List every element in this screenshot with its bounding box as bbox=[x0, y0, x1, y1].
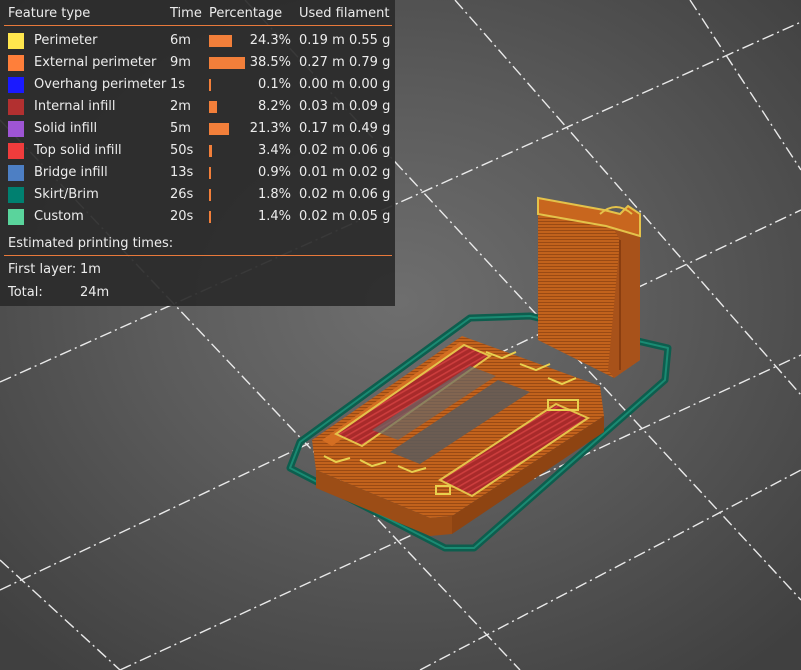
feature-filament-length: 0.03 m bbox=[299, 99, 345, 114]
first-layer-value: 1m bbox=[80, 262, 101, 277]
color-swatch bbox=[8, 33, 24, 49]
feature-filament-weight: 0.00 g bbox=[349, 77, 391, 92]
header-divider bbox=[4, 25, 392, 26]
feature-percentage: 24.3% bbox=[249, 33, 291, 48]
feature-label: Solid infill bbox=[34, 121, 98, 136]
feature-percentage: 3.4% bbox=[257, 143, 291, 158]
feature-filament-weight: 0.02 g bbox=[349, 165, 391, 180]
feature-percentage: 1.4% bbox=[257, 209, 291, 224]
feature-time: 20s bbox=[170, 209, 194, 224]
color-swatch bbox=[8, 99, 24, 115]
feature-filament-weight: 0.79 g bbox=[349, 55, 391, 70]
feature-time: 2m bbox=[170, 99, 191, 114]
feature-filament-length: 0.02 m bbox=[299, 187, 345, 202]
legend-row: Bridge infill 13s 0.9% 0.01 m 0.02 g bbox=[0, 162, 395, 184]
feature-time: 6m bbox=[170, 33, 191, 48]
feature-percentage: 1.8% bbox=[257, 187, 291, 202]
color-swatch bbox=[8, 187, 24, 203]
feature-filament-length: 0.02 m bbox=[299, 209, 345, 224]
legend-row: Solid infill 5m 21.3% 0.17 m 0.49 g bbox=[0, 118, 395, 140]
feature-label: Top solid infill bbox=[34, 143, 122, 158]
header-time: Time bbox=[170, 6, 202, 21]
color-swatch bbox=[8, 121, 24, 137]
feature-percentage: 38.5% bbox=[249, 55, 291, 70]
feature-filament-length: 0.01 m bbox=[299, 165, 345, 180]
legend-row: Perimeter 6m 24.3% 0.19 m 0.55 g bbox=[0, 30, 395, 52]
feature-filament-length: 0.19 m bbox=[299, 33, 345, 48]
feature-filament-weight: 0.55 g bbox=[349, 33, 391, 48]
legend-row: Internal infill 2m 8.2% 0.03 m 0.09 g bbox=[0, 96, 395, 118]
total-label: Total: bbox=[8, 285, 43, 300]
feature-filament-weight: 0.49 g bbox=[349, 121, 391, 136]
header-percentage: Percentage bbox=[209, 6, 283, 21]
feature-time: 26s bbox=[170, 187, 194, 202]
feature-time: 9m bbox=[170, 55, 191, 70]
color-swatch bbox=[8, 165, 24, 181]
color-swatch bbox=[8, 209, 24, 225]
legend-panel: Feature type Time Percentage Used filame… bbox=[0, 0, 395, 306]
header-feature-type: Feature type bbox=[8, 6, 91, 21]
feature-filament-length: 0.02 m bbox=[299, 143, 345, 158]
feature-label: Custom bbox=[34, 209, 84, 224]
feature-time: 1s bbox=[170, 77, 186, 92]
feature-time: 5m bbox=[170, 121, 191, 136]
feature-time: 13s bbox=[170, 165, 194, 180]
feature-filament-length: 0.27 m bbox=[299, 55, 345, 70]
estimated-times-title: Estimated printing times: bbox=[8, 236, 174, 251]
feature-time: 50s bbox=[170, 143, 194, 158]
legend-row: External perimeter 9m 38.5% 0.27 m 0.79 g bbox=[0, 52, 395, 74]
color-swatch bbox=[8, 77, 24, 93]
estimated-divider bbox=[4, 255, 392, 256]
feature-filament-weight: 0.09 g bbox=[349, 99, 391, 114]
feature-label: Perimeter bbox=[34, 33, 98, 48]
feature-filament-length: 0.00 m bbox=[299, 77, 345, 92]
feature-percentage: 21.3% bbox=[249, 121, 291, 136]
total-value: 24m bbox=[80, 285, 110, 300]
legend-row: Top solid infill 50s 3.4% 0.02 m 0.06 g bbox=[0, 140, 395, 162]
feature-filament-weight: 0.05 g bbox=[349, 209, 391, 224]
color-swatch bbox=[8, 55, 24, 71]
legend-row: Custom 20s 1.4% 0.02 m 0.05 g bbox=[0, 206, 395, 228]
feature-percentage: 0.9% bbox=[257, 165, 291, 180]
legend-row: Skirt/Brim 26s 1.8% 0.02 m 0.06 g bbox=[0, 184, 395, 206]
feature-label: Overhang perimeter bbox=[34, 77, 167, 92]
feature-percentage: 0.1% bbox=[257, 77, 291, 92]
feature-label: Internal infill bbox=[34, 99, 116, 114]
header-used-filament: Used filament bbox=[299, 6, 390, 21]
feature-filament-weight: 0.06 g bbox=[349, 143, 391, 158]
feature-label: Bridge infill bbox=[34, 165, 108, 180]
legend-row: Overhang perimeter 1s 0.1% 0.00 m 0.00 g bbox=[0, 74, 395, 96]
feature-label: External perimeter bbox=[34, 55, 157, 70]
feature-filament-length: 0.17 m bbox=[299, 121, 345, 136]
color-swatch bbox=[8, 143, 24, 159]
first-layer-label: First layer: bbox=[8, 262, 77, 277]
feature-label: Skirt/Brim bbox=[34, 187, 99, 202]
feature-percentage: 8.2% bbox=[257, 99, 291, 114]
feature-filament-weight: 0.06 g bbox=[349, 187, 391, 202]
